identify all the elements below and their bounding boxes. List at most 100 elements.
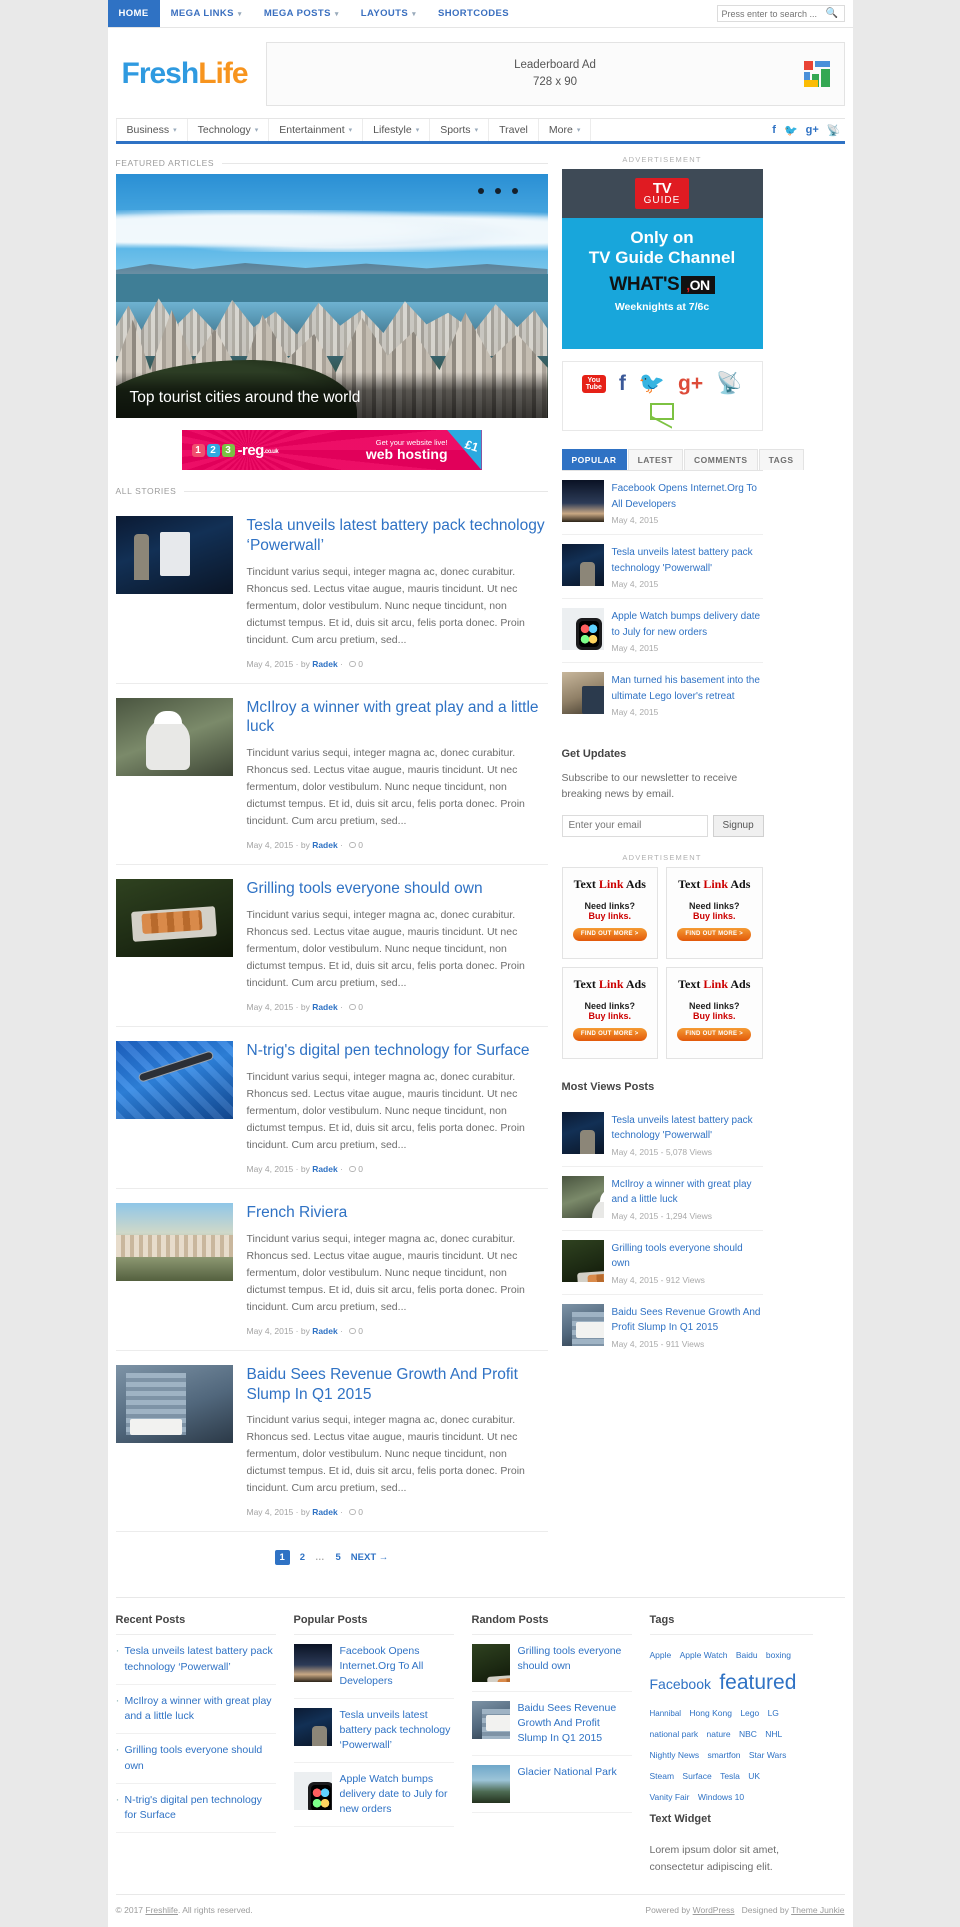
rss-icon[interactable]: 📡: [827, 124, 841, 137]
category-item-lifestyle[interactable]: Lifestyle ▾: [363, 119, 431, 141]
tag-link[interactable]: Facebook: [650, 1672, 711, 1697]
footer-recent-item[interactable]: McIlroy a winner with great play and a l…: [115, 1685, 276, 1735]
category-item-entertainment[interactable]: Entertainment ▾: [269, 119, 364, 141]
tag-link[interactable]: Surface: [682, 1769, 711, 1784]
article-comment-count[interactable]: 0: [358, 1164, 363, 1174]
tag-link[interactable]: Nightly News: [650, 1748, 700, 1763]
search-icon[interactable]: 🔍: [826, 8, 838, 19]
widget-thumbnail[interactable]: [561, 1111, 604, 1154]
article-comment-count[interactable]: 0: [358, 1507, 363, 1517]
widget-thumbnail[interactable]: [561, 672, 604, 714]
search-input[interactable]: [721, 8, 826, 19]
tag-link[interactable]: Apple: [650, 1648, 672, 1663]
text-link-ad[interactable]: Text Link Ads Need links? Buy links. FIN…: [561, 966, 658, 1059]
tag-link[interactable]: Lego: [740, 1706, 759, 1721]
footer-recent-item[interactable]: N-trig's digital pen technology for Surf…: [115, 1784, 276, 1834]
text-link-ad[interactable]: Text Link Ads Need links? Buy links. FIN…: [666, 866, 763, 959]
article-comment-count[interactable]: 0: [358, 659, 363, 669]
sidebar-tab-popular[interactable]: POPULAR: [561, 449, 627, 470]
sidebar-tab-tags[interactable]: TAGS: [758, 449, 804, 470]
widget-thumbnail[interactable]: [561, 544, 604, 586]
text-link-ad[interactable]: Text Link Ads Need links? Buy links. FIN…: [561, 866, 658, 959]
site-logo[interactable]: FreshLife: [116, 59, 249, 89]
pagination-next[interactable]: NEXT →: [351, 1552, 388, 1563]
tag-link[interactable]: Apple Watch: [680, 1648, 728, 1663]
copyright-site-link[interactable]: Freshlife: [145, 1905, 178, 1915]
tag-link[interactable]: Baidu: [736, 1648, 758, 1663]
footer-post-title[interactable]: Facebook Opens Internet.Org To All Devel…: [340, 1644, 454, 1689]
text-link-ad-button[interactable]: FIND OUT MORE >: [677, 927, 752, 941]
widget-thumbnail[interactable]: [561, 1303, 604, 1346]
search-box[interactable]: 🔍: [716, 5, 845, 22]
sidebar-tab-comments[interactable]: COMMENTS: [684, 449, 758, 470]
article-title[interactable]: Tesla unveils latest battery pack techno…: [247, 516, 548, 556]
article-comment-count[interactable]: 0: [358, 840, 363, 850]
widget-post-title[interactable]: Baidu Sees Revenue Growth And Profit Slu…: [612, 1307, 761, 1334]
article-thumbnail[interactable]: [115, 1041, 233, 1120]
googleplus-icon[interactable]: g+: [806, 124, 819, 136]
tag-link[interactable]: NBC: [739, 1727, 757, 1742]
tag-link[interactable]: Tesla: [720, 1769, 740, 1784]
pagination-current-page[interactable]: 1: [274, 1550, 290, 1566]
tag-link[interactable]: smartfon: [707, 1748, 740, 1763]
text-link-ad-button[interactable]: FIND OUT MORE >: [677, 1027, 752, 1041]
footer-post-thumbnail[interactable]: [471, 1644, 510, 1683]
article-title[interactable]: Grilling tools everyone should own: [247, 879, 548, 899]
tag-link[interactable]: Vanity Fair: [650, 1790, 690, 1805]
widget-thumbnail[interactable]: [561, 1175, 604, 1218]
top-menu-item-home[interactable]: HOME: [107, 0, 160, 27]
widget-post-title[interactable]: Apple Watch bumps delivery date to July …: [612, 611, 761, 638]
footer-post-title[interactable]: Tesla unveils latest battery pack techno…: [340, 1708, 454, 1753]
tv-guide-ad[interactable]: TV GUIDE Only on TV Guide Channel WHAT'S…: [561, 169, 763, 349]
tag-link[interactable]: Star Wars: [749, 1748, 786, 1763]
slider-dots[interactable]: [477, 188, 518, 194]
123reg-banner-ad[interactable]: 1 2 3 -reg.co.uk Get your website live! …: [181, 430, 482, 470]
footer-post-title[interactable]: Apple Watch bumps delivery date to July …: [340, 1772, 454, 1817]
footer-post-title[interactable]: Grilling tools everyone should own: [518, 1644, 632, 1682]
tag-link[interactable]: boxing: [766, 1648, 791, 1663]
text-link-ad-button[interactable]: FIND OUT MORE >: [572, 927, 647, 941]
widget-thumbnail[interactable]: [561, 480, 604, 522]
top-menu-item-shortcodes[interactable]: SHORTCODES: [427, 0, 520, 27]
pagination-page-5[interactable]: 5: [336, 1552, 341, 1563]
tag-link[interactable]: Hannibal: [650, 1707, 682, 1721]
widget-thumbnail[interactable]: [561, 608, 604, 650]
article-title[interactable]: Baidu Sees Revenue Growth And Profit Slu…: [247, 1365, 548, 1405]
widget-post-title[interactable]: Tesla unveils latest battery pack techno…: [612, 1115, 753, 1142]
slider-dot-3[interactable]: [511, 188, 518, 194]
tag-link[interactable]: featured: [719, 1665, 796, 1702]
leaderboard-ad[interactable]: Leaderboard Ad 728 x 90: [265, 42, 845, 106]
email-icon[interactable]: [650, 403, 674, 420]
footer-post-thumbnail[interactable]: [293, 1644, 332, 1683]
text-link-ad-button[interactable]: FIND OUT MORE >: [572, 1027, 647, 1041]
widget-post-title[interactable]: Tesla unveils latest battery pack techno…: [612, 547, 753, 574]
category-item-technology[interactable]: Technology ▾: [188, 119, 270, 141]
article-title[interactable]: McIlroy a winner with great play and a l…: [247, 698, 548, 738]
article-thumbnail[interactable]: [115, 879, 233, 958]
article-thumbnail[interactable]: [115, 516, 233, 594]
tag-link[interactable]: LG: [768, 1706, 779, 1721]
article-comment-count[interactable]: 0: [358, 1002, 363, 1012]
footer-post-thumbnail[interactable]: [293, 1771, 332, 1810]
rss-icon[interactable]: 📡: [716, 372, 742, 396]
footer-recent-item[interactable]: Tesla unveils latest battery pack techno…: [115, 1635, 276, 1685]
facebook-icon[interactable]: f: [772, 124, 776, 136]
category-item-more[interactable]: More ▾: [539, 119, 592, 141]
footer-post-thumbnail[interactable]: [293, 1708, 332, 1747]
category-item-sports[interactable]: Sports ▾: [430, 119, 490, 141]
top-menu-item-mega-posts[interactable]: MEGA POSTS ▾: [253, 0, 350, 27]
sidebar-tab-latest[interactable]: LATEST: [627, 449, 683, 470]
article-thumbnail[interactable]: [115, 697, 233, 776]
tag-link[interactable]: nature: [707, 1727, 731, 1742]
article-comment-count[interactable]: 0: [358, 1326, 363, 1336]
twitter-icon[interactable]: 🐦: [639, 372, 665, 396]
youtube-icon[interactable]: You Tube: [581, 374, 606, 394]
slider-caption[interactable]: Top tourist cities around the world: [130, 389, 361, 407]
top-menu-item-mega-links[interactable]: MEGA LINKS ▾: [160, 0, 253, 27]
tag-link[interactable]: national park: [650, 1727, 699, 1742]
footer-recent-item[interactable]: Grilling tools everyone should own: [115, 1734, 276, 1784]
googleplus-icon[interactable]: g+: [678, 372, 703, 396]
footer-post-thumbnail[interactable]: [471, 1765, 510, 1804]
footer-post-title[interactable]: Glacier National Park: [518, 1765, 617, 1803]
top-menu-item-layouts[interactable]: LAYOUTS ▾: [350, 0, 427, 27]
